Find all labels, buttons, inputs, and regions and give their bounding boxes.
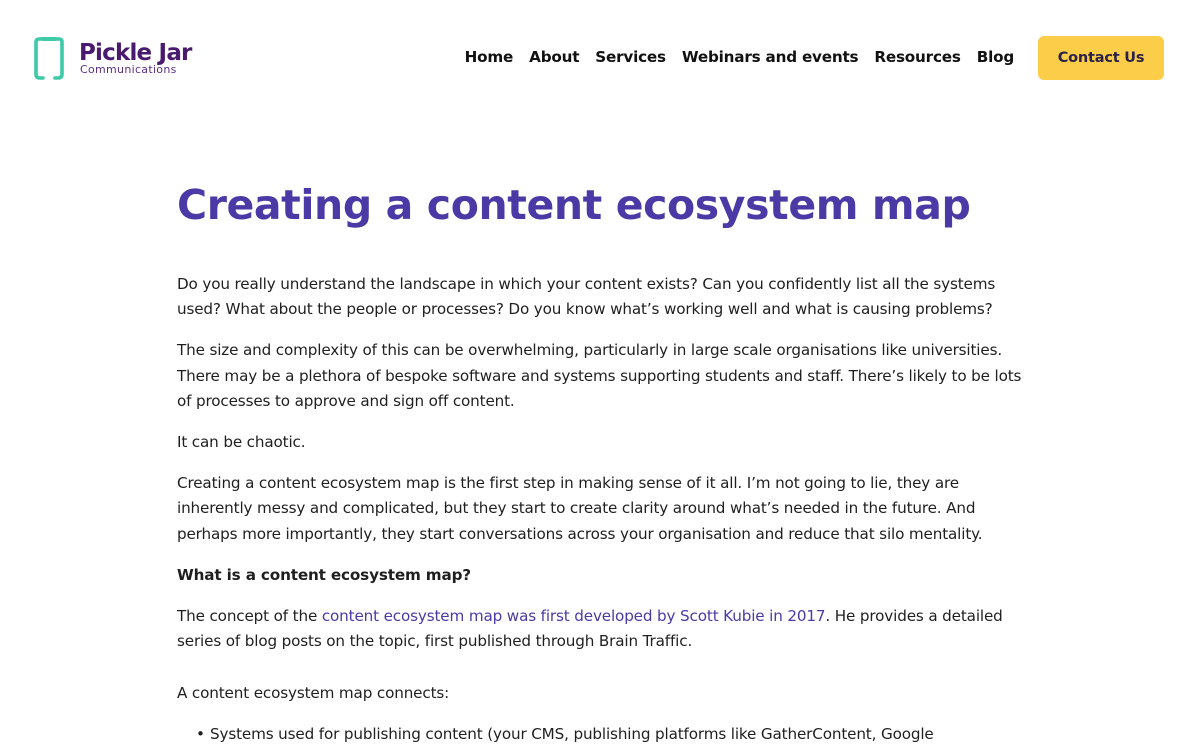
nav-item-webinars-and-events[interactable]: Webinars and events [682,46,859,68]
nav-item-blog[interactable]: Blog [977,46,1014,68]
paragraph-connects-intro: A content ecosystem map connects: [177,683,450,702]
list-item-text: Systems used for publishing content (you… [210,724,934,743]
section-heading: What is a content ecosystem map? [177,565,471,584]
article: Creating a content ecosystem map Do you … [177,178,1027,747]
paragraph-concept: The concept of the content ecosystem map… [177,604,1027,655]
paragraph-intro: Do you really understand the landscape i… [177,275,996,319]
pickle-jar-logo[interactable]: Pickle Jar Communications [34,36,204,80]
scott-kubie-link[interactable]: content ecosystem map was first develope… [322,607,826,625]
paragraph-first-step: Creating a content ecosystem map is the … [177,473,983,543]
brand-tagline: Communications [80,63,177,76]
site-header: Pickle Jar Communications Home About Ser… [0,0,1200,115]
connects-list: • Systems used for publishing content (yo… [177,722,1027,747]
nav-item-resources[interactable]: Resources [874,46,961,68]
nav-item-about[interactable]: About [529,46,579,68]
paragraph-complexity: The size and complexity of this can be o… [177,341,1022,411]
main-nav: Home About Services Webinars and events … [465,46,1015,68]
concept-text-before: The concept of the [177,606,322,625]
nav-item-home[interactable]: Home [465,46,514,68]
bullet-icon: • [196,724,205,743]
nav-item-services[interactable]: Services [595,46,666,68]
contact-us-button[interactable]: Contact Us [1038,36,1164,80]
page-title: Creating a content ecosystem map [177,181,971,229]
list-item: • Systems used for publishing content (yo… [177,722,1027,747]
jar-logo-icon [34,37,64,80]
paragraph-chaotic: It can be chaotic. [177,433,306,452]
article-body: Do you really understand the landscape i… [177,272,1027,747]
